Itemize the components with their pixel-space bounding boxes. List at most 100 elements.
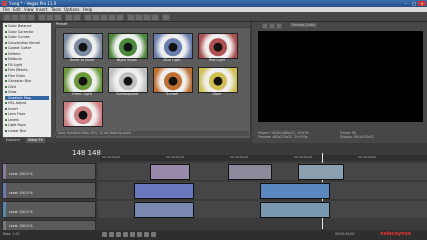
snapping-icon[interactable] <box>92 14 100 21</box>
preset-thumb[interactable] <box>153 33 193 59</box>
track-level: Level: 100.0 % <box>9 172 33 176</box>
tab-video-fx[interactable]: Video FX <box>26 138 45 143</box>
tree-item[interactable]: Fill Light <box>5 63 22 67</box>
new-icon[interactable] <box>3 14 11 21</box>
preset-thumb[interactable] <box>63 67 103 93</box>
timeline-ruler[interactable]: 00:00:00;00 00:00:02;00 00:00:04;00 00:0… <box>100 155 427 161</box>
display-info: Display: 361x203x32 <box>340 135 374 139</box>
preset-thumb[interactable] <box>198 67 238 93</box>
open-icon[interactable] <box>11 14 19 21</box>
preset-label: Red Light <box>209 58 225 62</box>
tree-item[interactable]: Light Rays <box>5 123 26 127</box>
tree-item[interactable]: Film Grain <box>5 74 25 78</box>
preview-info: Preview: 480x270x32, 29.970p <box>258 135 308 139</box>
timecode-display: 148 148 <box>72 149 101 157</box>
preview-quality-dropdown[interactable]: Preview (Auto) <box>290 23 318 27</box>
tree-item[interactable]: Cookie Cutter <box>5 46 31 50</box>
cut-icon[interactable] <box>38 14 46 21</box>
record-icon[interactable] <box>102 232 107 237</box>
save-icon[interactable] <box>19 14 27 21</box>
video-clip[interactable] <box>150 164 190 180</box>
copy-icon[interactable] <box>46 14 54 21</box>
tree-item[interactable]: Gaussian Blur <box>5 79 31 83</box>
pause-icon[interactable] <box>130 232 135 237</box>
ruler-label: 00:00:02;00 <box>166 155 185 159</box>
loop-icon[interactable] <box>109 232 114 237</box>
tree-item[interactable]: Glint <box>5 85 16 89</box>
video-clip[interactable] <box>228 164 272 180</box>
track-lane <box>98 163 427 180</box>
panel-tabs: Explorer Video FX <box>2 138 250 143</box>
tree-item[interactable]: Color Corrector <box>5 30 34 34</box>
tree-item[interactable]: Film Effects <box>5 68 28 72</box>
preset-thumb[interactable] <box>63 101 103 127</box>
close-button[interactable]: × <box>418 1 426 6</box>
go-to-start-icon[interactable] <box>144 232 149 237</box>
video-clip[interactable] <box>260 202 330 218</box>
render-icon[interactable] <box>84 14 92 21</box>
paste-icon[interactable] <box>54 14 62 21</box>
ignore-grouping-icon[interactable] <box>116 14 124 21</box>
video-clip[interactable] <box>298 164 344 180</box>
help-icon[interactable] <box>162 14 170 21</box>
video-clip[interactable] <box>260 183 330 199</box>
presets-header: Preset <box>56 22 68 26</box>
preview-split-icon[interactable] <box>276 23 282 29</box>
preset-thumb[interactable] <box>108 33 148 59</box>
minimize-button[interactable]: – <box>402 1 410 6</box>
track-header[interactable]: Level: 100.0 % <box>2 182 96 199</box>
properties-icon[interactable] <box>27 14 35 21</box>
video-clip[interactable] <box>134 183 194 199</box>
track-level: Level: 100.0 % <box>9 210 33 214</box>
track-header[interactable]: Level: 100.0 % <box>2 201 96 218</box>
tree-item[interactable]: Lens Flare <box>5 112 25 116</box>
tab-explorer[interactable]: Explorer <box>4 138 22 143</box>
preset-thumb[interactable] <box>198 33 238 59</box>
zoom-tool-icon[interactable] <box>151 14 159 21</box>
go-to-end-icon[interactable] <box>151 232 156 237</box>
tree-item[interactable]: HSL Adjust <box>5 101 26 105</box>
lock-envelopes-icon[interactable] <box>108 14 116 21</box>
ruler-label: 00:00:00;00 <box>102 155 121 159</box>
auto-crossfade-icon[interactable] <box>100 14 108 21</box>
preview-external-icon[interactable] <box>269 23 275 29</box>
preset-thumb[interactable] <box>108 67 148 93</box>
transport-bar <box>0 230 427 240</box>
ruler-label: 00:00:06;00 <box>294 155 313 159</box>
ruler-label: 00:00:04;00 <box>230 155 249 159</box>
tree-item[interactable]: Color Balance <box>5 24 31 28</box>
preset-label: Green Light <box>72 92 92 96</box>
video-clip[interactable] <box>134 202 194 218</box>
tree-item[interactable]: Convolution Kernel <box>5 41 40 45</box>
selection-tool-icon[interactable] <box>143 14 151 21</box>
effects-tree: Color Balance Color Corrector Color Curv… <box>3 23 51 137</box>
tree-item-selected[interactable]: Gradient Map <box>5 95 49 100</box>
tree-item[interactable]: Color Curves <box>5 35 30 39</box>
preview-settings-icon[interactable] <box>262 23 268 29</box>
play-from-start-icon[interactable] <box>116 232 121 237</box>
play-icon[interactable] <box>123 232 128 237</box>
tree-item[interactable]: Levels <box>5 118 19 122</box>
tree-item[interactable]: Deform <box>5 52 21 56</box>
tree-item[interactable]: Linear Blur <box>5 129 26 133</box>
redo-icon[interactable] <box>73 14 81 21</box>
rate-display: Rate: 1.00 <box>3 232 20 236</box>
track-level: Level: 100.0 % <box>9 224 33 228</box>
preset-thumb[interactable] <box>63 33 103 59</box>
preview-screen <box>258 31 423 122</box>
vegas-app-icon <box>2 1 7 6</box>
tree-item[interactable]: Defocus <box>5 57 22 61</box>
preset-status-text: Sony Gradient Map: OFX, 32-bit floating … <box>55 131 249 136</box>
maximize-button[interactable]: □ <box>410 1 418 6</box>
undo-icon[interactable] <box>65 14 73 21</box>
stop-icon[interactable] <box>137 232 142 237</box>
preset-label: Glare <box>212 92 222 96</box>
tree-item[interactable]: Glow <box>5 90 16 94</box>
preset-label: Reset to None <box>70 58 94 62</box>
track-lane <box>98 182 427 199</box>
envelope-tool-icon[interactable] <box>135 14 143 21</box>
preset-thumb[interactable] <box>153 67 193 93</box>
tree-item[interactable]: Invert <box>5 107 18 111</box>
normal-edit-tool-icon[interactable] <box>127 14 135 21</box>
track-header[interactable]: Level: 100.0 % <box>2 163 96 180</box>
